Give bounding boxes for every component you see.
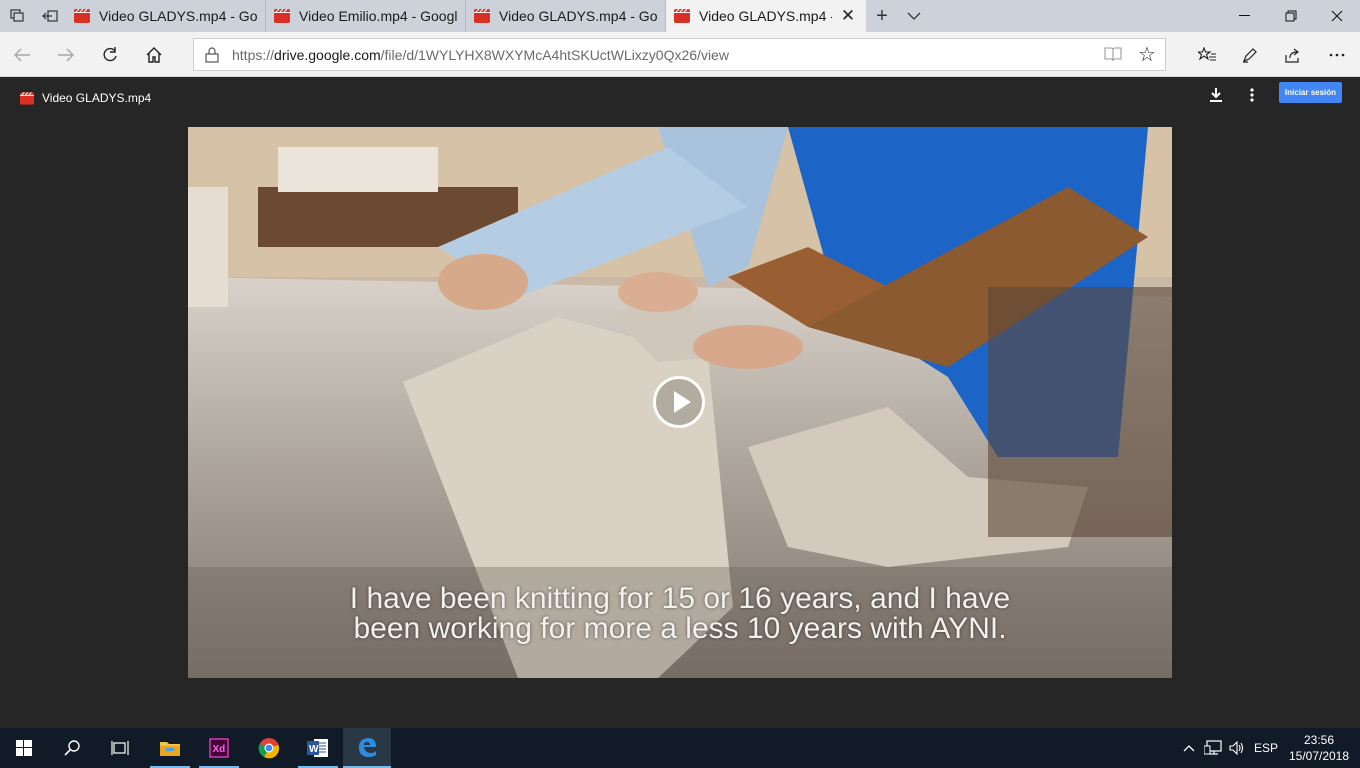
chrome-icon[interactable] <box>245 728 293 768</box>
share-icon[interactable] <box>1278 40 1308 70</box>
refresh-icon[interactable] <box>95 40 125 70</box>
close-tab-icon[interactable]: ✕ <box>838 6 858 26</box>
video-file-icon <box>274 8 290 23</box>
video-subtitle: I have been knitting for 15 or 16 years,… <box>188 584 1172 644</box>
close-window-icon[interactable] <box>1314 0 1360 32</box>
tab-video-gladys-2[interactable]: Video GLADYS.mp4 - Goog <box>466 0 666 32</box>
video-file-icon <box>74 8 90 23</box>
restore-icon[interactable] <box>1268 0 1314 32</box>
home-icon[interactable] <box>139 40 169 70</box>
svg-text:Xd: Xd <box>213 744 226 755</box>
more-options-icon[interactable] <box>1322 40 1352 70</box>
set-aside-tabs-icon[interactable] <box>33 0 66 32</box>
video-file-icon <box>20 91 34 105</box>
forward-arrow-icon[interactable] <box>51 40 81 70</box>
file-title: Video GLADYS.mp4 <box>20 91 151 105</box>
file-explorer-icon[interactable] <box>146 728 194 768</box>
file-name: Video GLADYS.mp4 <box>42 91 152 105</box>
show-hidden-icons-icon[interactable] <box>1180 728 1198 768</box>
favorites-list-icon[interactable] <box>1192 40 1222 70</box>
input-language-indicator[interactable]: ESP <box>1250 728 1282 768</box>
tab-video-emilio[interactable]: Video Emilio.mp4 - Google <box>266 0 466 32</box>
svg-text:W: W <box>309 744 319 755</box>
address-bar[interactable]: https://drive.google.com/file/d/1WYLYHX8… <box>193 38 1166 71</box>
windows-start-icon[interactable] <box>0 728 48 768</box>
tab-preview-icon[interactable] <box>0 0 33 32</box>
task-view-icon[interactable] <box>96 728 144 768</box>
download-icon[interactable] <box>1204 83 1228 107</box>
back-arrow-icon[interactable] <box>7 40 37 70</box>
clock-time: 23:56 <box>1303 733 1335 747</box>
drive-viewer: Video GLADYS.mp4 Iniciar sesión I have b… <box>0 77 1360 728</box>
subtitle-line-2: been working for more a less 10 years wi… <box>353 612 1007 645</box>
windows-taskbar: Xd W ESP 23:56 15/07/2018 <box>0 728 1360 768</box>
play-button[interactable] <box>653 376 705 428</box>
new-tab-icon[interactable]: + <box>866 0 898 32</box>
tab-video-gladys-1[interactable]: Video GLADYS.mp4 - Googl <box>66 0 266 32</box>
video-file-icon <box>674 8 690 23</box>
network-icon[interactable] <box>1201 728 1225 768</box>
tab-title: Video Emilio.mp4 - Google <box>299 8 457 24</box>
pen-icon[interactable] <box>1235 40 1265 70</box>
adobe-xd-icon[interactable]: Xd <box>195 728 243 768</box>
clock-date: 15/07/2018 <box>1288 749 1350 763</box>
word-icon[interactable]: W <box>294 728 342 768</box>
video-file-icon <box>474 8 490 23</box>
system-clock[interactable]: 23:56 15/07/2018 <box>1288 732 1350 764</box>
volume-icon[interactable] <box>1226 728 1248 768</box>
sign-in-button[interactable]: Iniciar sesión <box>1279 82 1342 103</box>
more-actions-icon[interactable] <box>1240 83 1264 107</box>
browser-toolbar: https://drive.google.com/file/d/1WYLYHX8… <box>0 32 1360 77</box>
tab-title: Video GLADYS.mp4 - G <box>699 8 832 24</box>
minimize-icon[interactable] <box>1222 0 1268 32</box>
tab-video-gladys-active[interactable]: Video GLADYS.mp4 - G ✕ <box>666 0 866 32</box>
video-player[interactable]: I have been knitting for 15 or 16 years,… <box>188 127 1172 678</box>
lock-icon[interactable] <box>205 47 219 63</box>
subtitle-line-1: I have been knitting for 15 or 16 years,… <box>349 582 1011 615</box>
edge-icon[interactable] <box>343 728 391 768</box>
tab-strip: Video GLADYS.mp4 - Googl Video Emilio.mp… <box>0 0 1360 32</box>
favorite-star-icon[interactable]: ☆ <box>1136 42 1158 66</box>
search-icon[interactable] <box>48 728 96 768</box>
url-text[interactable]: https://drive.google.com/file/d/1WYLYHX8… <box>232 47 729 63</box>
chevron-down-icon[interactable] <box>898 0 930 32</box>
tab-title: Video GLADYS.mp4 - Goog <box>499 8 657 24</box>
reading-view-icon[interactable] <box>1104 46 1124 64</box>
tab-title: Video GLADYS.mp4 - Googl <box>99 8 257 24</box>
